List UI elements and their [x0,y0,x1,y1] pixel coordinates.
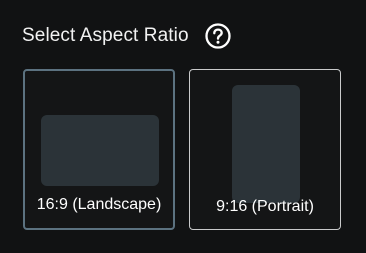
aspect-ratio-header: Select Aspect Ratio [22,20,232,52]
aspect-ratio-options: 16:9 (Landscape) 9:16 (Portrait) [23,69,344,232]
question-circle-icon[interactable] [204,22,232,50]
portrait-option-card[interactable]: 9:16 (Portrait) [189,69,341,230]
portrait-option-label: 9:16 (Portrait) [216,198,314,215]
portrait-preview [232,85,300,203]
landscape-option-label: 16:9 (Landscape) [36,196,162,213]
landscape-preview [41,115,159,186]
page-title: Select Aspect Ratio [22,25,189,46]
landscape-option-card[interactable]: 16:9 (Landscape) [23,69,175,230]
